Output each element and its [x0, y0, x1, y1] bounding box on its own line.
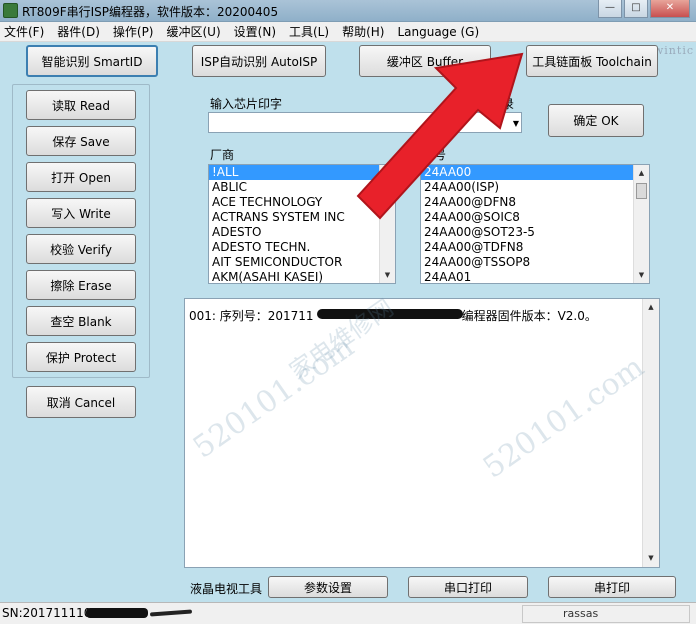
blank-button[interactable]: 查空 Blank — [26, 306, 136, 336]
list-item[interactable]: ACTRANS SYSTEM INC — [209, 210, 395, 225]
menu-bar: 文件(F) 器件(D) 操作(P) 缓冲区(U) 设置(N) 工具(L) 帮助(… — [0, 22, 696, 42]
list-item[interactable]: 24AA00@SOIC8 — [421, 210, 649, 225]
scroll-thumb[interactable] — [382, 183, 393, 199]
open-button[interactable]: 打开 Open — [26, 162, 136, 192]
chip-select-panel: 输入芯片印字 录 ▼ 确定 OK 厂商 型号 !ALL ABLIC ACE TE… — [184, 84, 658, 292]
protect-button[interactable]: 保护 Protect — [26, 342, 136, 372]
window-title: RT809F串行ISP编程器，软件版本：20200405 — [22, 5, 279, 19]
list-item[interactable]: 24AA00@DFN8 — [421, 195, 649, 210]
redaction-mark — [317, 309, 463, 319]
scroll-down-icon[interactable]: ▼ — [380, 267, 395, 283]
list-item[interactable]: ADESTO — [209, 225, 395, 240]
chip-marking-label: 输入芯片印字 — [210, 97, 283, 111]
scroll-up-icon[interactable]: ▲ — [380, 165, 395, 181]
auto-isp-button[interactable]: ISP自动识别 AutoISP — [192, 45, 326, 77]
dropdown-arrow-icon[interactable]: ▼ — [513, 119, 519, 128]
list-item[interactable]: ADESTO TECHN. — [209, 240, 395, 255]
chip-marking-combo[interactable]: ▼ — [208, 112, 522, 133]
serial-print-button-2[interactable]: 串打印 — [548, 576, 676, 598]
save-button[interactable]: 保存 Save — [26, 126, 136, 156]
list-item[interactable]: !ALL — [209, 165, 395, 180]
erase-button[interactable]: 擦除 Erase — [26, 270, 136, 300]
model-scrollbar[interactable]: ▲ ▼ — [633, 165, 649, 283]
list-item[interactable]: 24AA00@TSSOP8 — [421, 255, 649, 270]
scroll-up-icon[interactable]: ▲ — [643, 299, 659, 316]
status-bar: SN:201711110 rassas — [0, 602, 696, 624]
list-item[interactable]: 24AA01 — [421, 270, 649, 283]
list-item[interactable]: 24AA00@TDFN8 — [421, 240, 649, 255]
app-icon — [3, 3, 18, 18]
list-item[interactable]: ABLIC — [209, 180, 395, 195]
menu-buffer[interactable]: 缓冲区(U) — [163, 23, 230, 40]
read-button[interactable]: 读取 Read — [26, 90, 136, 120]
menu-settings[interactable]: 设置(N) — [230, 23, 285, 40]
lcd-tool-label: 液晶电视工具 — [190, 582, 263, 596]
menu-tools[interactable]: 工具(L) — [285, 23, 338, 40]
menu-help[interactable]: 帮助(H) — [338, 23, 393, 40]
scroll-up-icon[interactable]: ▲ — [634, 165, 649, 181]
list-item[interactable]: AIT SEMICONDUCTOR — [209, 255, 395, 270]
cancel-button[interactable]: 取消 Cancel — [26, 386, 136, 418]
smart-id-button[interactable]: 智能识别 SmartID — [26, 45, 158, 77]
vendor-label: 厂商 — [210, 148, 235, 162]
scroll-down-icon[interactable]: ▼ — [634, 267, 649, 283]
scroll-thumb[interactable] — [636, 183, 647, 199]
minimize-button[interactable]: — — [598, 0, 622, 18]
scroll-down-icon[interactable]: ▼ — [643, 550, 659, 567]
write-button[interactable]: 写入 Write — [26, 198, 136, 228]
menu-file[interactable]: 文件(F) — [0, 23, 53, 40]
list-item[interactable]: 24AA00 — [421, 165, 649, 180]
list-item[interactable]: 24AA00@SOT23-5 — [421, 225, 649, 240]
redaction-mark — [86, 608, 148, 618]
toolchain-button[interactable]: 工具链面板 Toolchain — [526, 45, 658, 77]
maximize-button[interactable]: □ — [624, 0, 648, 18]
window-controls: — □ ✕ — [596, 0, 690, 18]
list-item[interactable]: ACE TECHNOLOGY — [209, 195, 395, 210]
redaction-scribble — [149, 609, 193, 617]
log-firmware: 编程器固件版本：V2.0。 — [461, 309, 597, 323]
log-scrollbar[interactable]: ▲ ▼ — [642, 299, 659, 567]
serial-print-button[interactable]: 串口打印 — [408, 576, 528, 598]
model-label: 型号 — [422, 148, 447, 162]
vendor-list[interactable]: !ALL ABLIC ACE TECHNOLOGY ACTRANS SYSTEM… — [208, 164, 396, 284]
param-settings-button[interactable]: 参数设置 — [268, 576, 388, 598]
title-bar[interactable]: RT809F串行ISP编程器，软件版本：20200405 — □ ✕ — [0, 0, 696, 22]
serial-number: SN:201711110 — [2, 606, 92, 620]
buffer-button[interactable]: 缓冲区 Buffer — [359, 45, 491, 77]
close-button[interactable]: ✕ — [650, 0, 690, 18]
log-output[interactable]: 001: 序列号：201711 编程器固件版本：V2.0。 ▲ ▼ — [184, 298, 660, 568]
model-list[interactable]: 24AA00 24AA00(ISP) 24AA00@DFN8 24AA00@SO… — [420, 164, 650, 284]
ok-button[interactable]: 确定 OK — [548, 104, 644, 137]
status-cell: rassas — [522, 605, 690, 623]
app-window: RT809F串行ISP编程器，软件版本：20200405 — □ ✕ 文件(F)… — [0, 0, 696, 624]
menu-language[interactable]: Language (G) — [393, 25, 488, 39]
log-serial: 001: 序列号：201711 — [189, 309, 314, 323]
vendor-scrollbar[interactable]: ▲ ▼ — [379, 165, 395, 283]
list-item[interactable]: 24AA00(ISP) — [421, 180, 649, 195]
record-label: 录 — [502, 97, 515, 111]
list-item[interactable]: AKM(ASAHI KASEI) — [209, 270, 395, 283]
menu-operation[interactable]: 操作(P) — [109, 23, 163, 40]
verify-button[interactable]: 校验 Verify — [26, 234, 136, 264]
menu-device[interactable]: 器件(D) — [53, 23, 109, 40]
